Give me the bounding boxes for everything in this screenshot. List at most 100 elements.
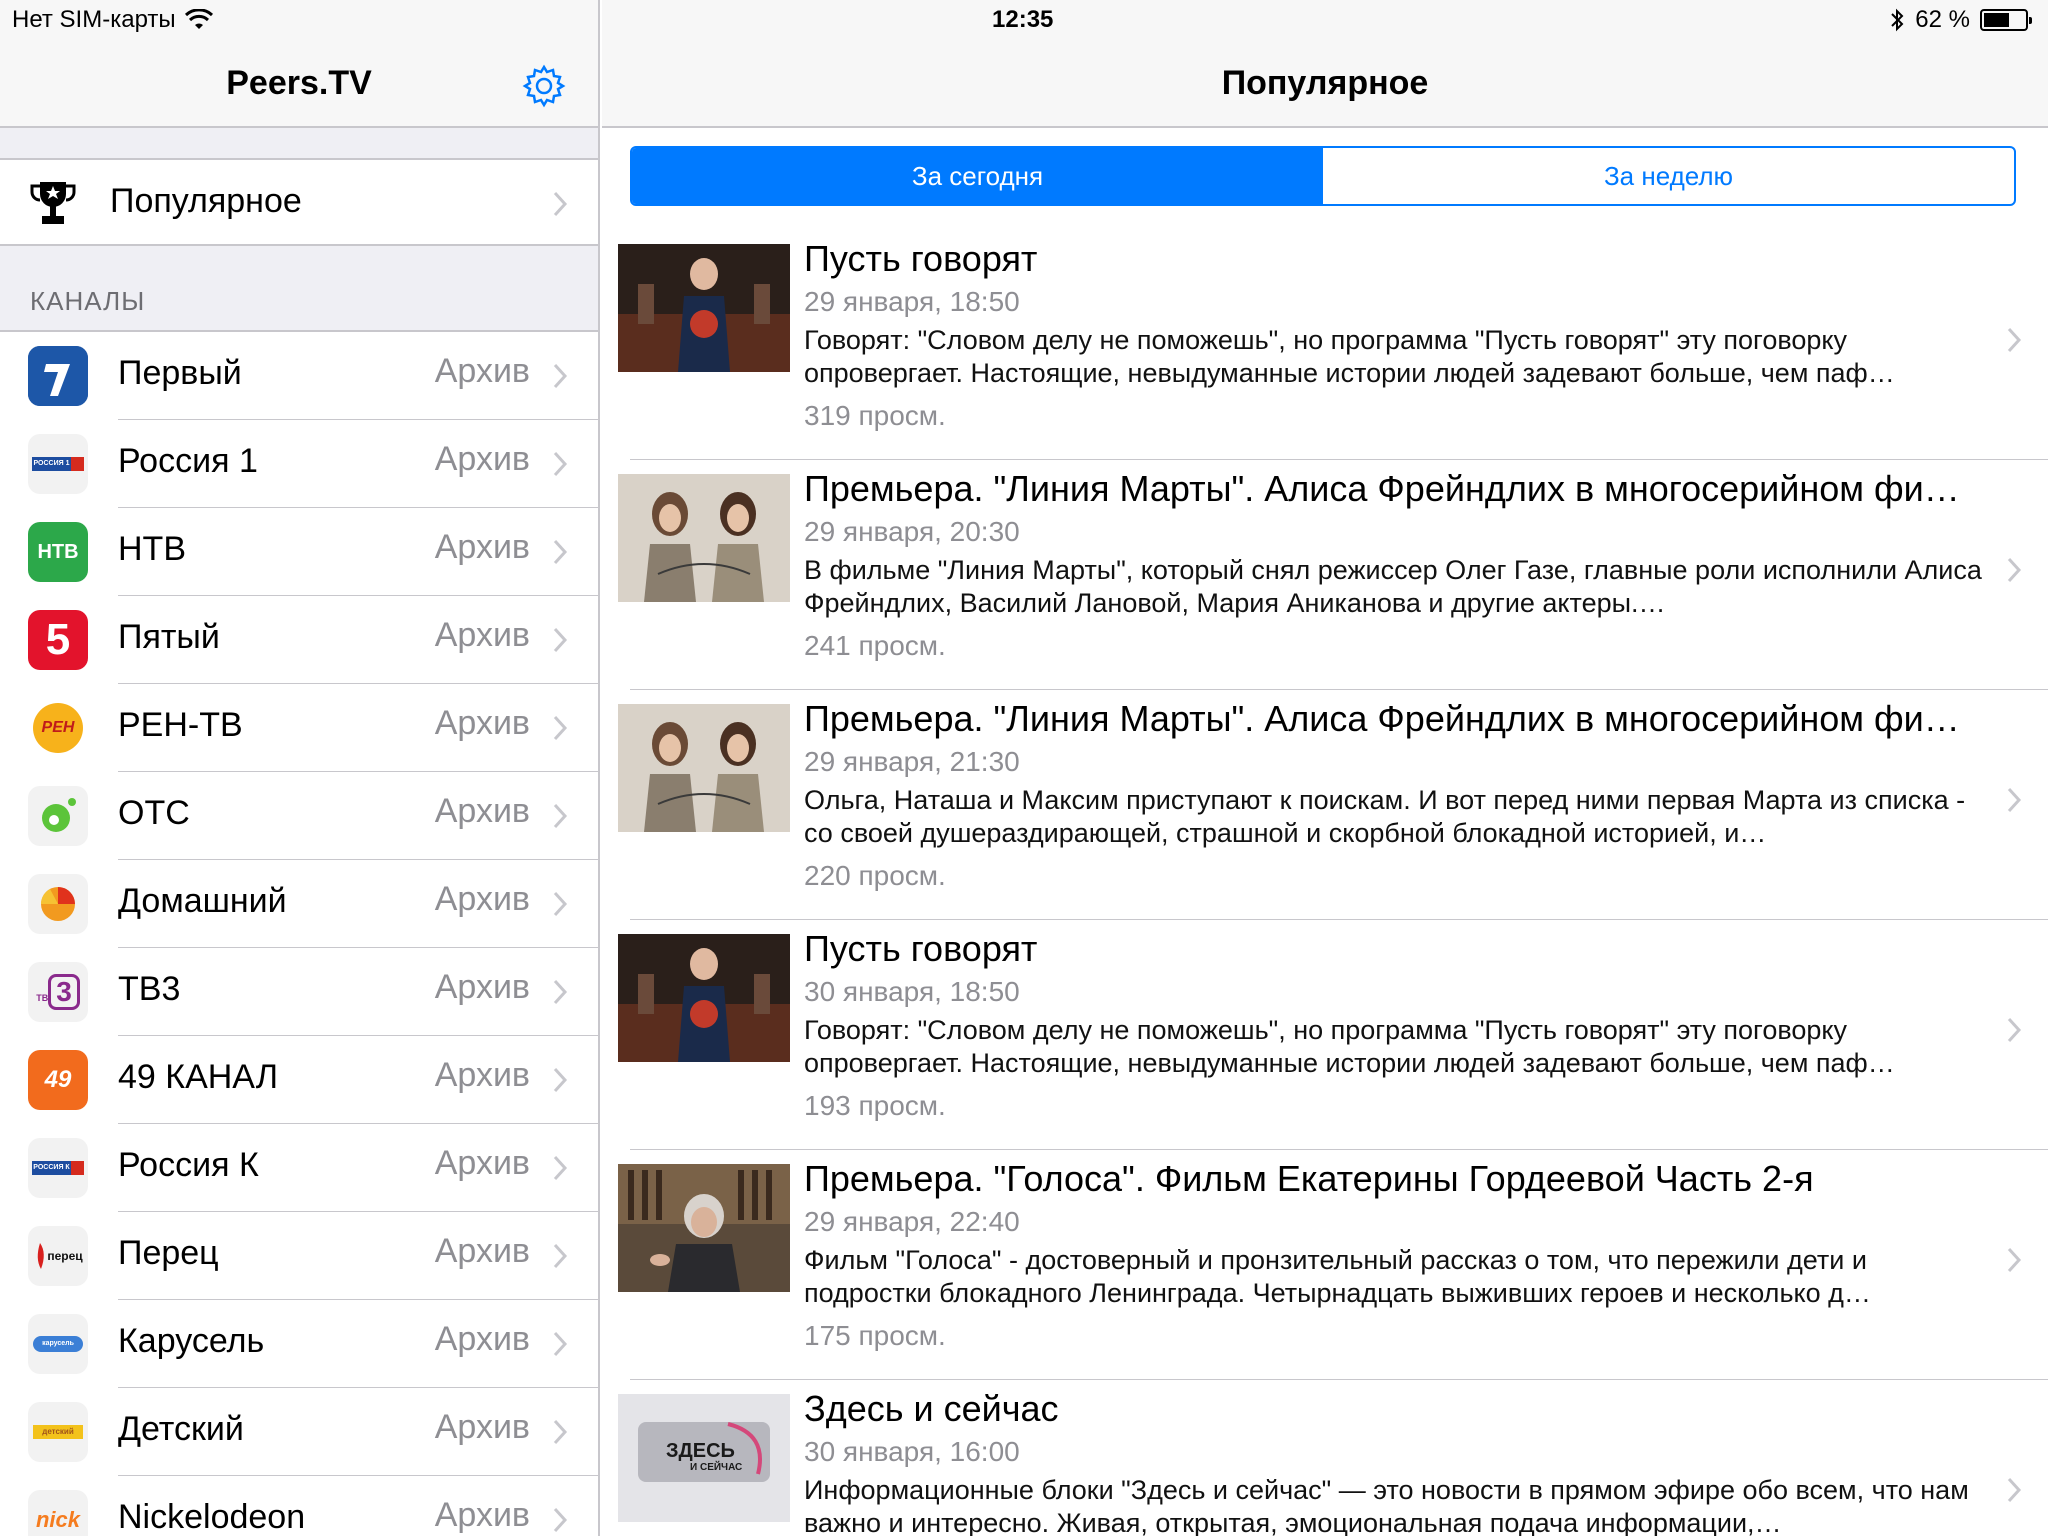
program-title: Премьера. "Линия Марты". Алиса Фрейндлих… [804,468,1960,509]
program-date: 30 января, 16:00 [804,1436,1020,1467]
section-header-channels: КАНАЛЫ [30,286,146,316]
channel-name: Nickelodeon [118,1498,306,1536]
program-views: 193 просм. [804,1090,946,1121]
chevron-right-icon [553,1243,568,1269]
archive-link[interactable]: Архив [435,792,530,831]
archive-link[interactable]: Архив [435,704,530,743]
program-title: Здесь и сейчас [804,1388,1059,1429]
program-description: В фильме "Линия Марты", который снял реж… [804,555,1982,618]
program-thumbnail [618,474,790,602]
chevron-right-icon [2007,557,2022,583]
program-description: Информационные блоки "Здесь и сейчас" — … [804,1475,1969,1536]
chevron-right-icon [2007,1247,2022,1273]
karusel-logo-icon: карусель [28,1314,88,1374]
channel-row-ren-tv[interactable]: РЕН РЕН-ТВ Архив [0,684,598,772]
channel-row-perets[interactable]: перец Перец Архив [0,1212,598,1300]
program-thumbnail [618,244,790,372]
program-title: Премьера. "Голоса". Фильм Екатерины Горд… [804,1158,1814,1199]
chevron-right-icon [553,1331,568,1357]
chevron-right-icon [2007,1477,2022,1503]
tab-today[interactable]: За сегодня [632,148,1323,204]
archive-link[interactable]: Архив [435,440,530,479]
channel-row-49-kanal[interactable]: 49 49 КАНАЛ Архив [0,1036,598,1124]
archive-link[interactable]: Архив [435,1408,530,1447]
archive-link[interactable]: Архив [435,352,530,391]
chevron-right-icon [553,979,568,1005]
sidebar-item-popular[interactable]: Популярное [0,158,598,246]
detskiy-logo-icon: детский [28,1402,88,1462]
archive-link[interactable]: Архив [435,1144,530,1183]
chevron-right-icon [553,1155,568,1181]
program-item[interactable]: Пусть говорят 29 января, 18:50 Говорят: … [602,230,2048,460]
pyatyi-logo-icon: 5 [28,610,88,670]
program-item[interactable]: Премьера. "Голоса". Фильм Екатерины Горд… [602,1150,2048,1380]
channel-name: Россия К [118,1146,259,1184]
battery-icon [1980,9,2032,31]
status-right: 62 % [1889,6,2032,34]
channel-name: ОТС [118,794,190,832]
gear-icon[interactable] [522,64,566,108]
nick-logo-icon: nick [28,1490,88,1536]
archive-link[interactable]: Архив [435,616,530,655]
archive-link[interactable]: Архив [435,1056,530,1095]
wifi-icon [184,9,213,29]
chevron-right-icon [2007,327,2022,353]
program-item[interactable]: ЗДЕСЬ И СЕЙЧАС Здесь и сейчас 30 января,… [602,1380,2048,1536]
archive-link[interactable]: Архив [435,880,530,919]
channel-name: Пятый [118,618,220,656]
archive-link[interactable]: Архив [435,968,530,1007]
rossiya1-logo-icon: РОССИЯ 1 [28,434,88,494]
sidebar-nav-bar: Нет SIM-карты Peers.TV [0,0,598,128]
program-item[interactable]: Пусть говорят 30 января, 18:50 Говорят: … [602,920,2048,1150]
chevron-right-icon [553,1507,568,1533]
program-date: 30 января, 18:50 [804,976,1020,1007]
channel-row-domashniy[interactable]: Домашний Архив [0,860,598,948]
archive-link[interactable]: Архив [435,1496,530,1535]
sidebar: Нет SIM-карты Peers.TV Популярное КАНАЛЫ… [0,0,600,1536]
channel-row-ntv[interactable]: НТВ НТВ Архив [0,508,598,596]
program-description: Говорят: "Словом делу не поможешь", но п… [804,325,1895,388]
detskiy-logo-text: детский [33,1425,83,1439]
tab-week[interactable]: За неделю [1323,148,2014,204]
status-carrier: Нет SIM-карты [12,6,214,34]
chevron-right-icon [553,803,568,829]
program-description: Ольга, Наташа и Максим приступают к поис… [804,785,1966,848]
program-views: 319 просм. [804,400,946,431]
bluetooth-icon [1891,8,1904,32]
archive-link[interactable]: Архив [435,1232,530,1271]
channel-row-detskiy[interactable]: детский Детский Архив [0,1388,598,1476]
program-title: Премьера. "Линия Марты". Алиса Фрейндлих… [804,698,1960,739]
battery-fill [1984,13,2009,27]
program-item[interactable]: Премьера. "Линия Марты". Алиса Фрейндлих… [602,460,2048,690]
program-description: Фильм "Голоса" - достоверный и пронзител… [804,1245,1871,1308]
channel-name: РЕН-ТВ [118,706,243,744]
program-thumbnail [618,1164,790,1292]
archive-link[interactable]: Архив [435,1320,530,1359]
channel-name: Первый [118,354,242,392]
channel-row-karusel[interactable]: карусель Карусель Архив [0,1300,598,1388]
status-time: 12:35 [992,6,1054,33]
program-thumbnail: ЗДЕСЬ И СЕЙЧАС [618,1394,790,1522]
chevron-right-icon [553,539,568,565]
channel-list: Первый Архив РОССИЯ 1 Россия 1 Архив НТВ [0,330,598,1536]
main-nav-bar: 12:35 62 % Популярное [602,0,2048,128]
channel-row-perviy[interactable]: Первый Архив [0,332,598,420]
chevron-right-icon [553,715,568,741]
channel-row-ots[interactable]: ОТС Архив [0,772,598,860]
channel-name: Домашний [118,882,287,920]
channel-row-rossiya1[interactable]: РОССИЯ 1 Россия 1 Архив [0,420,598,508]
channel-row-rossiya-k[interactable]: РОССИЯ К Россия К Архив [0,1124,598,1212]
archive-link[interactable]: Архив [435,528,530,567]
channel-row-pyatyi[interactable]: 5 Пятый Архив [0,596,598,684]
app-root: Нет SIM-карты Peers.TV Популярное КАНАЛЫ… [0,0,2048,1536]
trophy-icon [30,182,76,224]
channel-row-tv3[interactable]: ТВ 3 ТВ3 Архив [0,948,598,1036]
program-date: 29 января, 22:40 [804,1206,1020,1237]
ren-logo-icon: РЕН [28,698,88,758]
chevron-right-icon [553,191,568,217]
channel-name: Перец [118,1234,219,1272]
program-item[interactable]: Премьера. "Линия Марты". Алиса Фрейндлих… [602,690,2048,920]
program-thumbnail [618,704,790,832]
sidebar-item-label: Популярное [110,182,302,220]
channel-row-nickelodeon[interactable]: nick Nickelodeon Архив [0,1476,598,1536]
